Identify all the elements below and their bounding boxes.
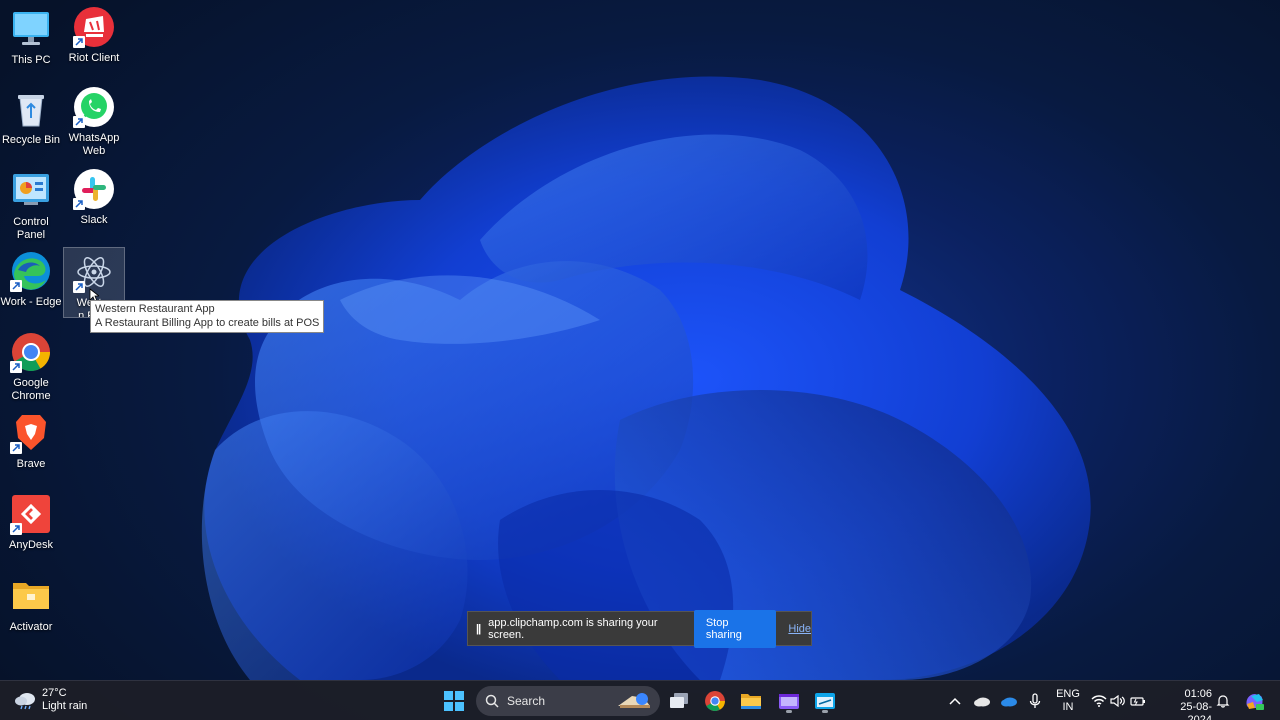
tray-onedrive-personal[interactable] xyxy=(968,687,996,715)
desktop-icon-whatsapp-web[interactable]: WhatsApp Web xyxy=(63,86,125,158)
region-code: IN xyxy=(1062,701,1074,713)
tray-onedrive-business[interactable] xyxy=(995,687,1023,715)
wallpaper-bloom xyxy=(201,76,1091,680)
bell-icon xyxy=(1216,695,1230,708)
windows-start-icon xyxy=(444,691,464,711)
desktop-icon-tooltip: Western Restaurant App A Restaurant Bill… xyxy=(90,300,325,333)
desktop-icon-label: WhatsApp Web xyxy=(68,132,120,157)
search-icon xyxy=(485,694,499,708)
taskbar-chrome-button[interactable] xyxy=(701,687,729,715)
desktop-icon-label: Google Chrome xyxy=(11,377,51,402)
tray-microphone[interactable] xyxy=(1021,687,1049,715)
weather-condition: Light rain xyxy=(42,700,88,712)
stop-sharing-button[interactable]: Stop sharing xyxy=(693,609,777,648)
shortcut-arrow-icon xyxy=(10,280,22,292)
weather-temperature: 27°C xyxy=(42,687,67,699)
desktop-icon-this-pc[interactable]: This PC xyxy=(0,8,62,67)
tray-battery[interactable] xyxy=(1124,687,1152,715)
battery-icon xyxy=(1130,697,1145,706)
running-indicator xyxy=(786,710,792,713)
shortcut-arrow-icon xyxy=(73,281,85,293)
electron-app-icon xyxy=(73,251,115,293)
copilot-icon xyxy=(1246,694,1264,710)
desktop-icon-label: Recycle Bin xyxy=(1,134,61,146)
desktop-icon-label: Work - Edge xyxy=(0,296,62,308)
desktop-icon-label: Control Panel xyxy=(13,216,49,241)
desktop-icon-label: Riot Client xyxy=(68,52,120,64)
taskbar-whiteboard-button[interactable] xyxy=(811,687,839,715)
running-indicator xyxy=(822,710,828,713)
slack-icon xyxy=(73,168,115,210)
taskbar-clock[interactable]: 01:06 25-08-2024 xyxy=(1156,688,1212,720)
desktop-icon-label: This PC xyxy=(11,54,51,66)
clock-time: 01:06 xyxy=(1184,688,1212,700)
taskbar-search[interactable]: Search xyxy=(476,686,660,716)
weather-widget[interactable]: 27°C Light rain xyxy=(14,687,87,713)
rain-cloud-icon xyxy=(14,690,38,710)
this-pc-icon xyxy=(10,8,52,50)
edge-icon xyxy=(10,250,52,292)
file-explorer-icon xyxy=(741,694,761,709)
desktop-icon-activator[interactable]: Activator xyxy=(0,575,62,634)
show-hidden-icons-button[interactable] xyxy=(941,687,969,715)
shortcut-arrow-icon xyxy=(10,361,22,373)
clock-date: 25-08-2024 xyxy=(1180,701,1212,720)
microphone-icon xyxy=(1029,693,1041,708)
recycle-bin-icon xyxy=(10,88,52,130)
desktop-icon-anydesk[interactable]: AnyDesk xyxy=(0,493,62,552)
desktop-icon-work-edge[interactable]: Work - Edge xyxy=(0,250,62,309)
copilot-button[interactable] xyxy=(1240,687,1268,715)
shortcut-arrow-icon xyxy=(73,116,85,128)
sharing-message: app.clipchamp.com is sharing your screen… xyxy=(488,616,658,641)
onedrive-icon xyxy=(1001,697,1017,707)
start-button[interactable] xyxy=(440,687,468,715)
drag-handle-icon[interactable]: || xyxy=(476,623,481,635)
folder-icon xyxy=(10,575,52,617)
search-placeholder: Search xyxy=(507,694,546,708)
tooltip-description: A Restaurant Billing App to create bills… xyxy=(95,317,320,329)
shortcut-arrow-icon xyxy=(73,36,85,48)
brave-icon xyxy=(10,412,52,454)
search-highlight-icon xyxy=(618,693,650,708)
shortcut-arrow-icon xyxy=(73,198,85,210)
chevron-up-icon xyxy=(949,697,961,705)
desktop-icon-label: Activator xyxy=(9,621,53,633)
tooltip-title: Western Restaurant App xyxy=(95,303,215,315)
taskbar: 27°C Light rain Search ENG IN 01:06 25-0… xyxy=(0,680,1280,720)
shortcut-arrow-icon xyxy=(10,523,22,535)
taskbar-clipchamp-button[interactable] xyxy=(775,687,803,715)
desktop-icon-google-chrome[interactable]: Google Chrome xyxy=(0,331,62,403)
desktop-icon-riot-client[interactable]: Riot Client xyxy=(63,6,125,65)
desktop-icon-label: Slack xyxy=(80,214,108,226)
language-indicator[interactable]: ENG IN xyxy=(1056,688,1080,714)
shortcut-arrow-icon xyxy=(10,442,22,454)
screen-sharing-bar: || app.clipchamp.com is sharing your scr… xyxy=(467,609,812,648)
taskbar-file-explorer-button[interactable] xyxy=(737,687,765,715)
task-view-icon xyxy=(670,693,688,708)
cloud-icon xyxy=(974,697,990,707)
task-view-button[interactable] xyxy=(665,687,693,715)
riot-client-icon xyxy=(73,6,115,48)
language-code: ENG xyxy=(1056,688,1080,700)
desktop-icon-label: AnyDesk xyxy=(8,539,54,551)
desktop-icon-slack[interactable]: Slack xyxy=(63,168,125,227)
whiteboard-icon xyxy=(815,693,835,709)
desktop-icon-brave[interactable]: Brave xyxy=(0,412,62,471)
desktop-icon-label: Brave xyxy=(16,458,46,470)
chrome-icon xyxy=(10,331,52,373)
desktop-icon-recycle-bin[interactable]: Recycle Bin xyxy=(0,88,62,147)
anydesk-icon xyxy=(10,493,52,535)
control-panel-icon xyxy=(10,170,52,212)
notifications-button[interactable] xyxy=(1209,687,1237,715)
chrome-icon xyxy=(705,691,725,711)
hide-link[interactable]: Hide xyxy=(788,623,811,635)
clipchamp-icon xyxy=(779,694,799,709)
desktop-icon-control-panel[interactable]: Control Panel xyxy=(0,170,62,242)
whatsapp-icon xyxy=(73,86,115,128)
